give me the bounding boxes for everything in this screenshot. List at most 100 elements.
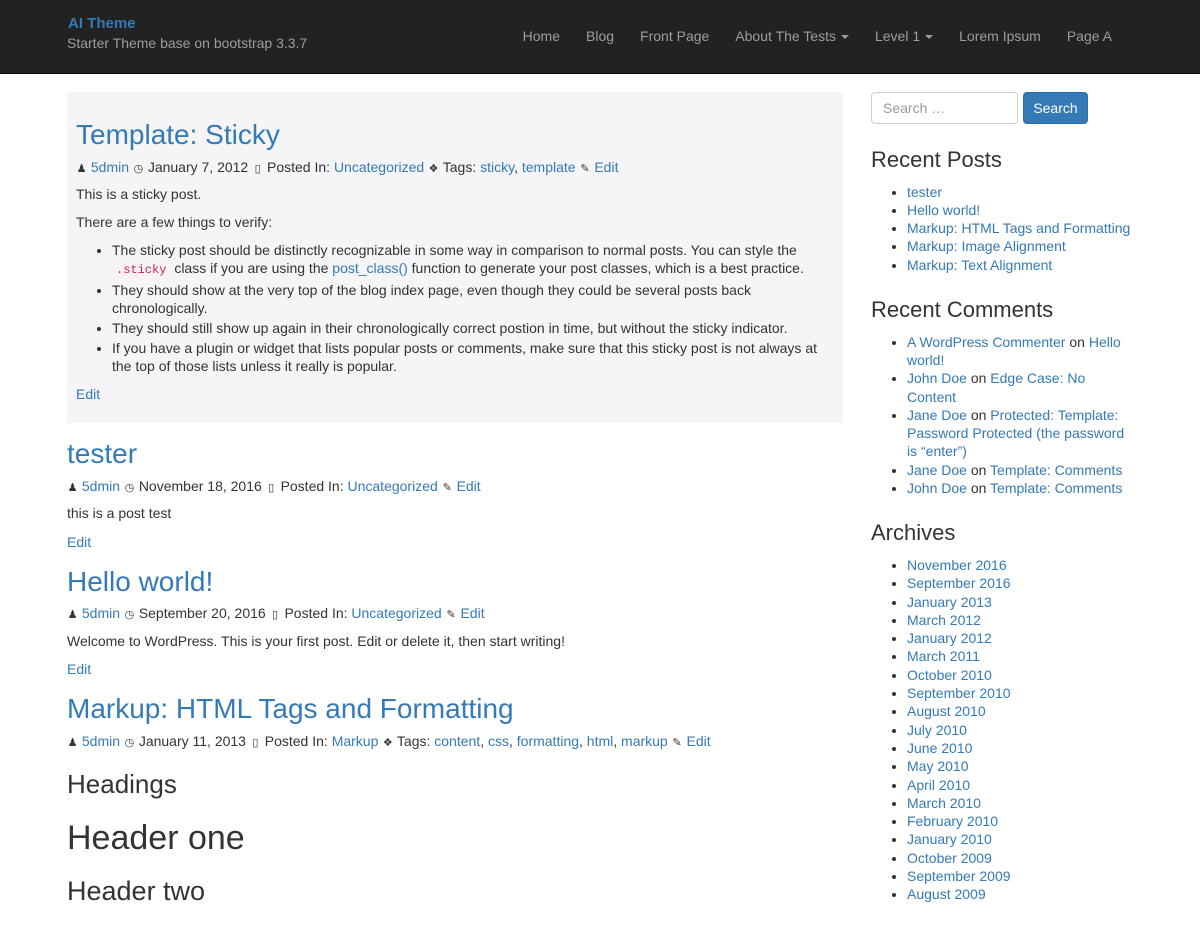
post-title-link[interactable]: tester	[67, 438, 137, 469]
nav-about-the-tests-dropdown[interactable]: About The Tests	[722, 0, 862, 73]
author-link[interactable]: 5dmin	[91, 159, 129, 175]
comment-author-link[interactable]: John Doe	[907, 480, 967, 496]
recent-comments-widget: Recent Comments A WordPress Commenter on…	[871, 296, 1131, 497]
comment-author-link[interactable]: John Doe	[907, 370, 967, 386]
archive-link[interactable]: March 2010	[907, 795, 981, 811]
post-title-link[interactable]: Template: Sticky	[76, 119, 280, 150]
tag-link[interactable]: formatting	[517, 733, 579, 749]
nav-label: Page A	[1066, 28, 1112, 44]
archive-link[interactable]: March 2011	[907, 648, 980, 664]
post-edit-link[interactable]: Edit	[67, 534, 91, 550]
comment-author-link[interactable]: Jane Doe	[907, 462, 967, 478]
nav-front-page[interactable]: Front Page	[627, 0, 722, 73]
comment-author-link[interactable]: Jane Doe	[907, 407, 967, 423]
archive-link[interactable]: October 2009	[907, 850, 992, 866]
file-icon: ▯	[254, 162, 261, 175]
archive-link[interactable]: February 2010	[907, 813, 998, 829]
edit-icon: ✎	[446, 609, 456, 622]
widget-title: Recent Comments	[871, 297, 1054, 323]
archive-link[interactable]: January 2013	[907, 594, 992, 610]
post-title-link[interactable]: Hello world!	[67, 566, 213, 597]
separator: ,	[579, 732, 583, 749]
archive-link[interactable]: January 2010	[907, 831, 992, 847]
user-icon: ♟	[67, 609, 78, 622]
archive-link[interactable]: September 2010	[907, 685, 1011, 701]
nav-home[interactable]: Home	[510, 0, 573, 73]
recent-comments-list: A WordPress Commenter on Hello world! Jo…	[871, 333, 1131, 498]
archive-link[interactable]: September 2016	[907, 575, 1011, 591]
post-paragraph: There are a few things to verify:	[76, 214, 273, 231]
main-content: Template: Sticky ♟ 5dmin ◷ January 7, 20…	[67, 92, 843, 923]
sidebar: Search Recent Posts tester Hello world! …	[871, 92, 1131, 926]
on-text: on	[970, 406, 987, 423]
edit-link[interactable]: Edit	[460, 605, 484, 621]
archive-link[interactable]: April 2010	[907, 777, 970, 793]
recent-post-link[interactable]: Markup: HTML Tags and Formatting	[907, 220, 1130, 236]
tag-link[interactable]: content	[434, 733, 480, 749]
posted-in-label: Posted In:	[264, 732, 328, 749]
post-meta: ♟ 5dmin ◷ January 7, 2012 ▯ Posted In: U…	[76, 158, 834, 176]
comment-post-link[interactable]: Template: Comments	[990, 480, 1122, 496]
post-title-link[interactable]: Markup: HTML Tags and Formatting	[67, 693, 514, 724]
list-item: They should show at the very top of the …	[112, 281, 834, 317]
list-item: If you have a plugin or widget that list…	[112, 339, 834, 375]
archive-link[interactable]: July 2010	[907, 722, 967, 738]
nav-label: Lorem Ipsum	[959, 28, 1041, 44]
author-link[interactable]: 5dmin	[82, 605, 120, 621]
tag-link[interactable]: template	[522, 159, 576, 175]
edit-link[interactable]: Edit	[687, 733, 711, 749]
site-brand-link[interactable]: AI Theme	[68, 14, 136, 34]
tag-link[interactable]: sticky	[480, 159, 514, 175]
comment-author-link[interactable]: A WordPress Commenter	[907, 334, 1065, 350]
sticky-post: Template: Sticky ♟ 5dmin ◷ January 7, 20…	[67, 92, 843, 424]
recent-post-link[interactable]: Markup: Image Alignment	[907, 238, 1066, 254]
category-link[interactable]: Uncategorized	[351, 605, 441, 621]
nav-level-1-dropdown[interactable]: Level 1	[862, 0, 946, 73]
archive-link[interactable]: November 2016	[907, 557, 1007, 573]
edit-link[interactable]: Edit	[457, 478, 481, 494]
post-title: Markup: HTML Tags and Formatting	[67, 692, 843, 726]
author-link[interactable]: 5dmin	[82, 733, 120, 749]
list-text: The sticky post should be distinctly rec…	[112, 242, 797, 259]
archive-link[interactable]: September 2009	[907, 868, 1011, 884]
post-class-link[interactable]: post_class()	[332, 260, 407, 276]
file-icon: ▯	[252, 736, 259, 749]
archive-link[interactable]: March 2012	[907, 612, 981, 628]
post-markup-html-tags: Markup: HTML Tags and Formatting ♟ 5dmin…	[67, 692, 843, 909]
tag-link[interactable]: markup	[621, 733, 668, 749]
list-item: January 2012	[907, 629, 1131, 647]
edit-link[interactable]: Edit	[594, 159, 618, 175]
separator: ,	[514, 158, 518, 175]
category-link[interactable]: Markup	[332, 733, 379, 749]
recent-post-link[interactable]: tester	[907, 184, 942, 200]
archive-link[interactable]: August 2010	[907, 703, 986, 719]
archive-link[interactable]: June 2010	[907, 740, 972, 756]
on-text: on	[1069, 333, 1085, 350]
recent-post-link[interactable]: Markup: Text Alignment	[907, 257, 1052, 273]
post-meta: ♟ 5dmin ◷ September 20, 2016 ▯ Posted In…	[67, 604, 843, 622]
archive-link[interactable]: October 2010	[907, 667, 992, 683]
list-item: A WordPress Commenter on Hello world!	[907, 333, 1131, 370]
archive-link[interactable]: January 2012	[907, 630, 992, 646]
category-link[interactable]: Uncategorized	[334, 159, 424, 175]
category-link[interactable]: Uncategorized	[348, 478, 438, 494]
recent-post-link[interactable]: Hello world!	[907, 202, 980, 218]
nav-page-a[interactable]: Page A	[1054, 0, 1200, 73]
search-input[interactable]	[871, 92, 1018, 124]
archive-link[interactable]: May 2010	[907, 758, 968, 774]
file-icon: ▯	[272, 609, 279, 622]
tag-link[interactable]: html	[587, 733, 613, 749]
post-edit-link[interactable]: Edit	[67, 661, 91, 677]
separator: ,	[613, 732, 618, 749]
comment-post-link[interactable]: Template: Comments	[990, 462, 1122, 478]
tags-label: Tags:	[442, 158, 477, 175]
tag-link[interactable]: css	[488, 733, 509, 749]
post-hello-world: Hello world! ♟ 5dmin ◷ September 20, 201…	[67, 565, 843, 678]
post-title: Hello world!	[67, 565, 843, 599]
nav-lorem-ipsum[interactable]: Lorem Ipsum	[946, 0, 1054, 73]
post-date: January 11, 2013	[138, 732, 246, 749]
search-button[interactable]: Search	[1023, 92, 1088, 124]
nav-blog[interactable]: Blog	[573, 0, 627, 73]
author-link[interactable]: 5dmin	[82, 478, 120, 494]
post-edit-link[interactable]: Edit	[76, 386, 100, 402]
